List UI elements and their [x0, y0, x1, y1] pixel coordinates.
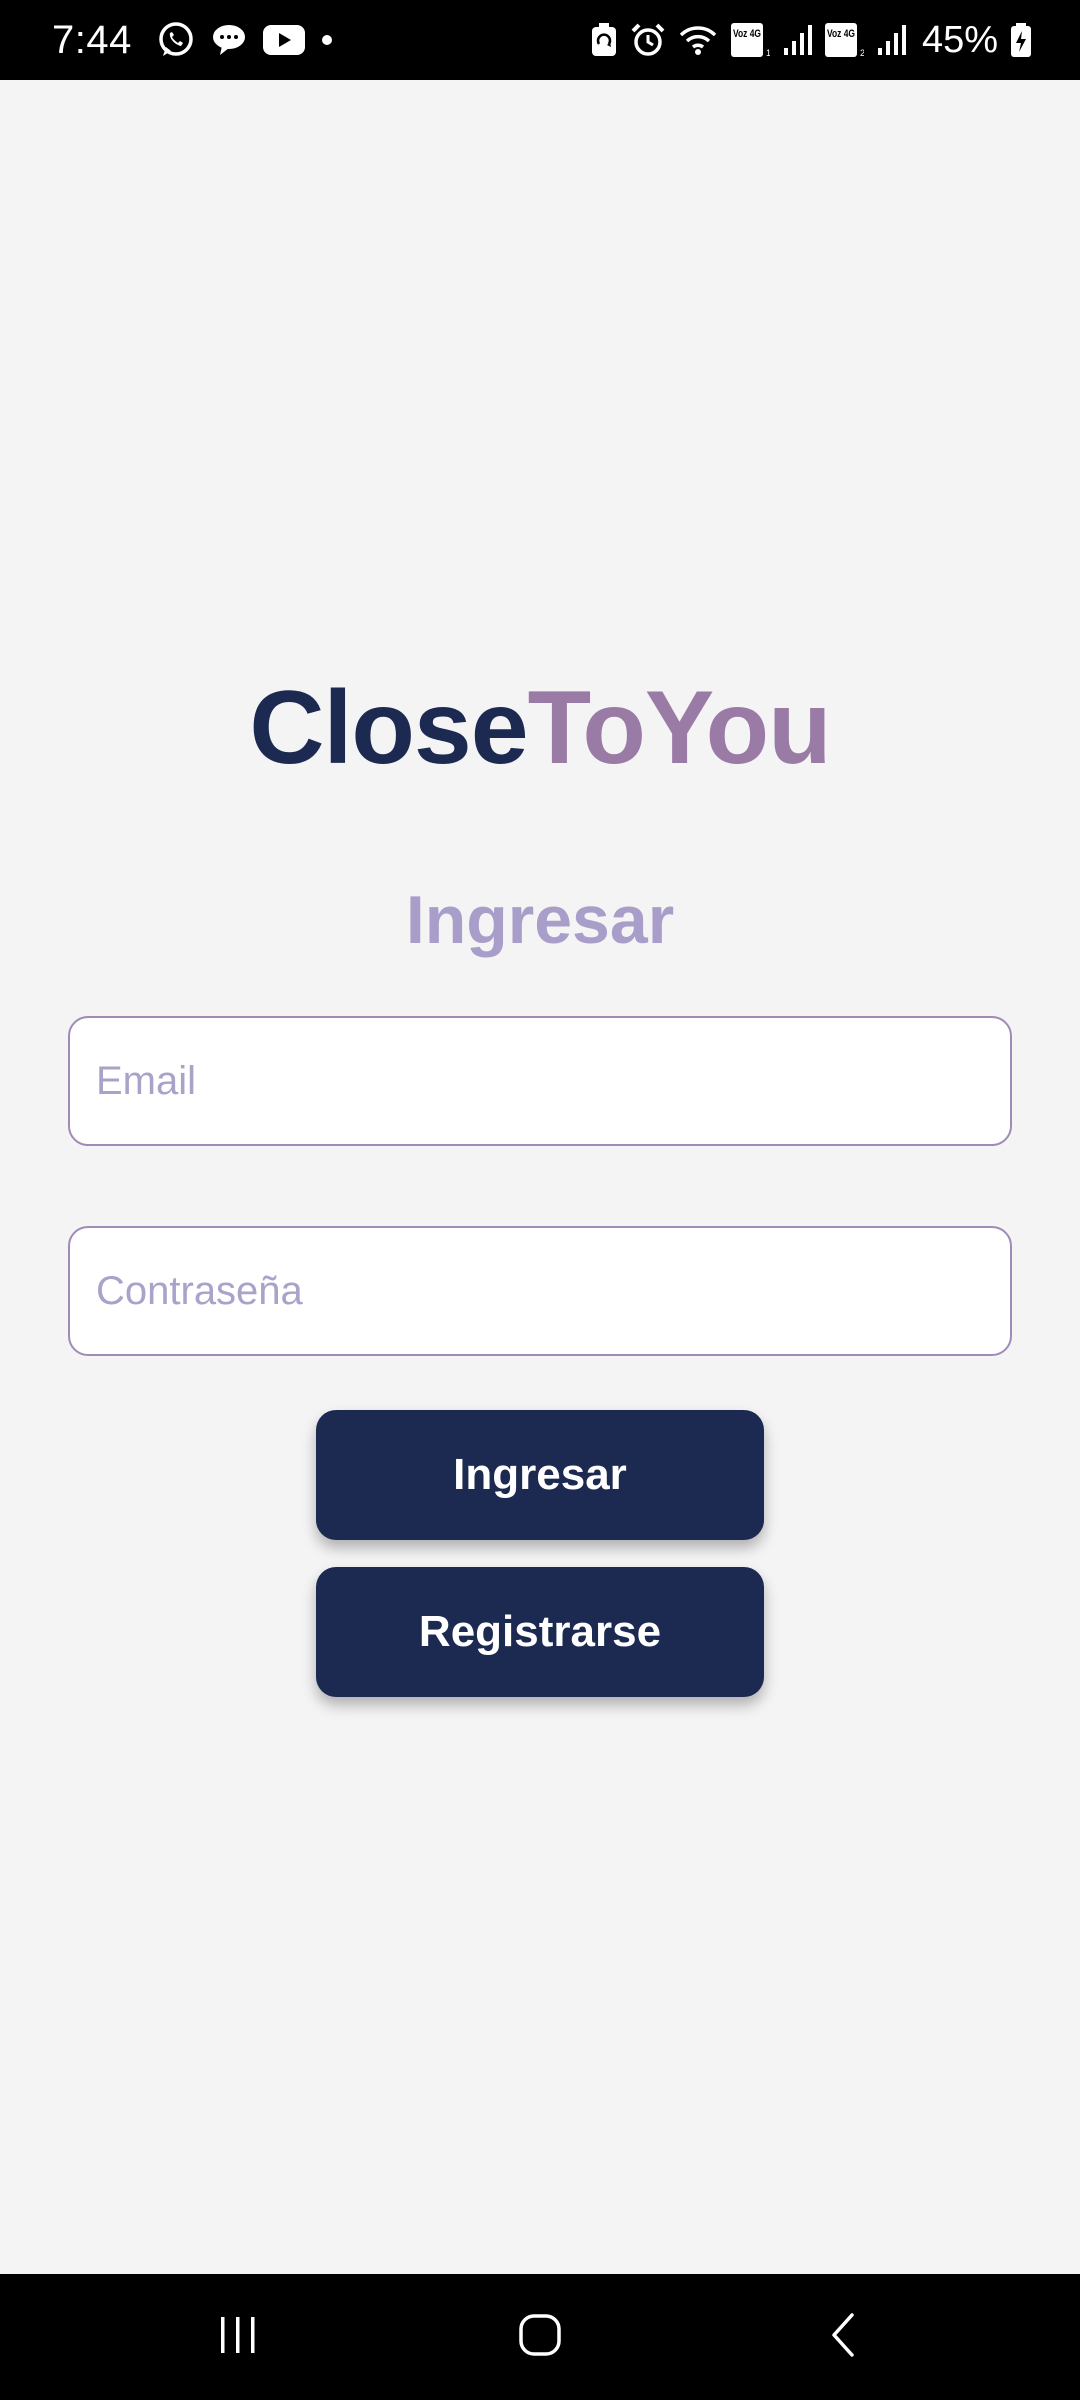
recent-apps-button[interactable]: [158, 2274, 318, 2400]
battery-saver-icon: [590, 22, 618, 58]
back-icon: [824, 2311, 864, 2364]
home-icon: [516, 2311, 564, 2364]
app-title-close: Close: [249, 670, 528, 786]
email-field[interactable]: [68, 1016, 1012, 1146]
chat-bubble-icon: [210, 21, 248, 59]
login-button[interactable]: Ingresar: [316, 1410, 764, 1540]
back-button[interactable]: [764, 2274, 924, 2400]
login-heading: Ingresar: [405, 882, 675, 958]
dot-icon: [320, 33, 334, 47]
alarm-icon: [630, 22, 666, 58]
status-bar: 7:44 Voz 4G 1 Voz 4G 2 45%: [0, 0, 1080, 80]
signal-sim2-icon: [876, 24, 906, 56]
app-title-toyou: ToYou: [527, 670, 832, 786]
svg-text:1: 1: [766, 48, 770, 58]
status-time: 7:44: [52, 17, 132, 62]
battery-icon: [1010, 22, 1032, 58]
status-right: Voz 4G 1 Voz 4G 2 45%: [590, 19, 1032, 62]
signal-sim1-icon: [782, 24, 812, 56]
youtube-icon: [262, 23, 306, 57]
svg-text:Voz 4G: Voz 4G: [733, 28, 761, 40]
volte-4g-sim2-icon: Voz 4G 2: [824, 22, 864, 58]
recent-apps-icon: [215, 2312, 261, 2363]
svg-text:2: 2: [860, 48, 864, 58]
navigation-bar: [0, 2274, 1080, 2400]
login-screen: 7:44 Voz 4G 1 Voz 4G 2 45% CloseToYou In…: [0, 0, 1080, 2400]
whatsapp-icon: [156, 20, 196, 60]
register-button[interactable]: Registrarse: [316, 1567, 764, 1697]
wifi-icon: [678, 23, 718, 57]
password-field[interactable]: [68, 1226, 1012, 1356]
svg-text:Voz 4G: Voz 4G: [827, 28, 855, 40]
battery-percentage: 45%: [921, 18, 998, 61]
app-title: CloseToYou: [0, 668, 1080, 788]
status-left: 7:44: [52, 18, 334, 63]
home-button[interactable]: [460, 2274, 620, 2400]
volte-4g-sim1-icon: Voz 4G 1: [730, 22, 770, 58]
